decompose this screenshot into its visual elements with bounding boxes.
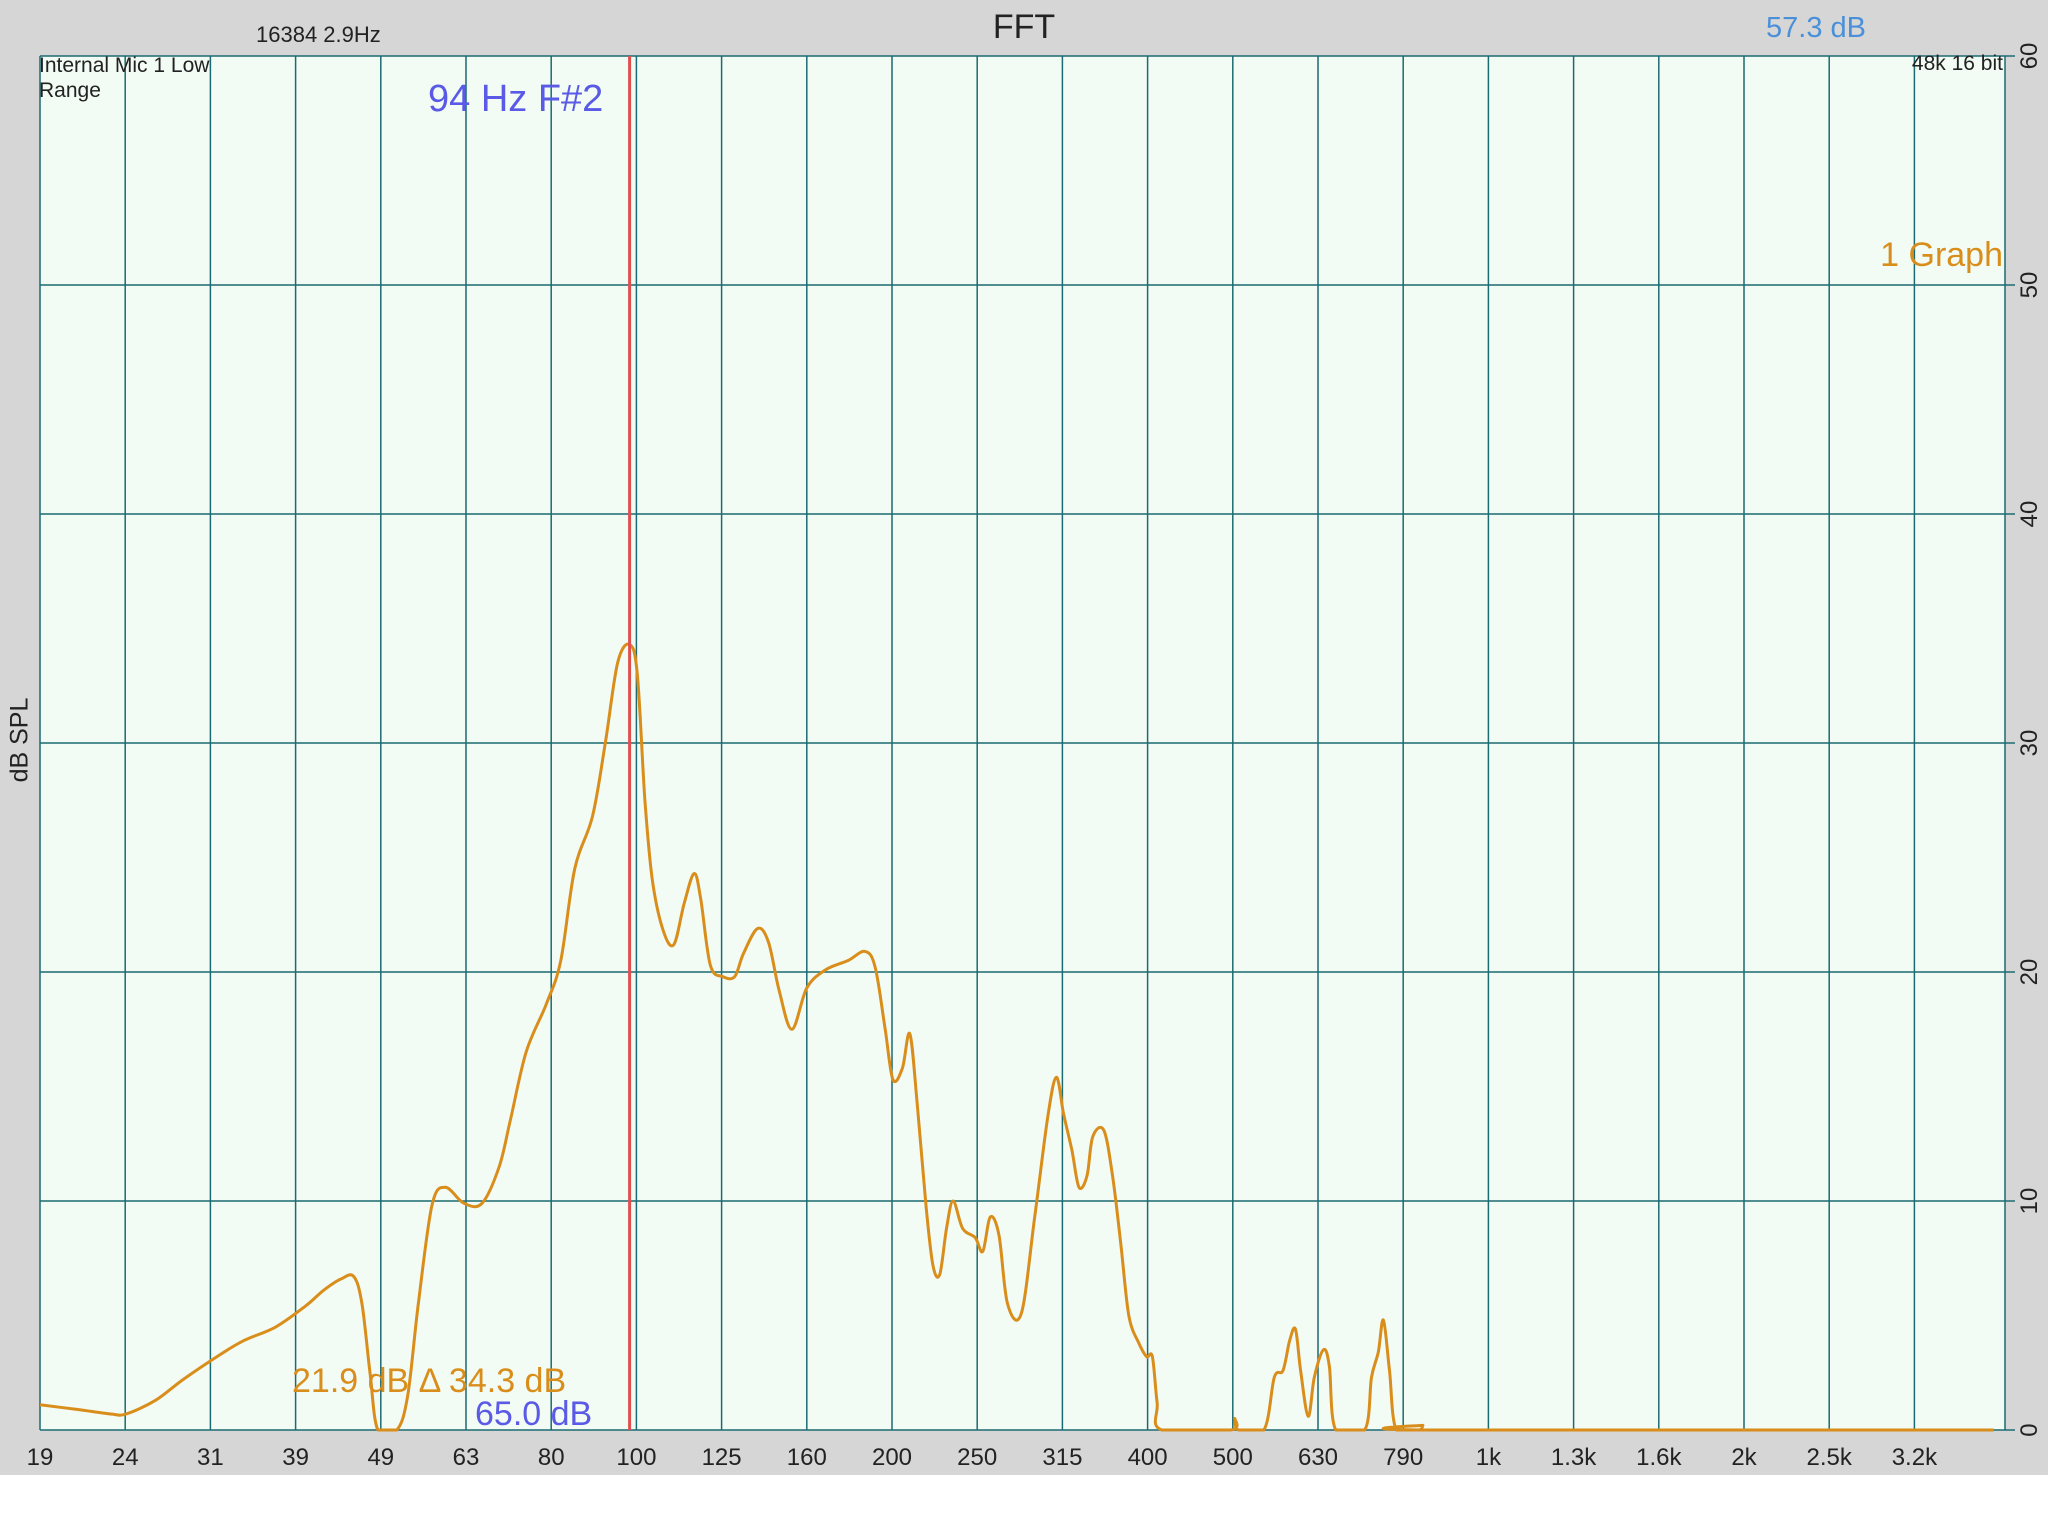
input-source-label[interactable]: Internal Mic 1 Low Range: [39, 53, 259, 103]
x-tick-label: 1.6k: [1636, 1444, 1682, 1471]
x-tick-label: 200: [872, 1444, 912, 1471]
fft-app: 19 24 31 39 49 63 80 100 125 160 200 250 315 400 500 63…: [0, 0, 2048, 1536]
x-tick-label: 31: [197, 1444, 224, 1471]
x-tick-label: 19: [27, 1444, 54, 1471]
sample-format-label: 48k 16 bit: [1911, 52, 2003, 75]
y-tick-label: 50: [2016, 272, 2043, 299]
x-tick-label: 400: [1128, 1444, 1168, 1471]
x-tick-label: 790: [1383, 1444, 1423, 1471]
x-tick-labels: 19 24 31 39 49 63 80 100 125 160 200 250 315 400 500 63…: [27, 1444, 1938, 1471]
y-tick-label: 0: [2016, 1423, 2043, 1436]
x-tick-label: 39: [282, 1444, 309, 1471]
x-tick-label: 500: [1213, 1444, 1253, 1471]
y-tick-labels: 0102030405060: [2016, 43, 2043, 1437]
spectrum-chart[interactable]: 19 24 31 39 49 63 80 100 125 160 200 250 315 400 500 63…: [0, 0, 2048, 1536]
x-tick-label: 160: [787, 1444, 827, 1471]
y-tick-label: 40: [2016, 501, 2043, 528]
x-tick-label: 2.5k: [1807, 1444, 1853, 1471]
graph-count-label[interactable]: 1 Graph: [1800, 236, 2003, 275]
x-tick-label: 250: [957, 1444, 997, 1471]
y-tick-label: 20: [2016, 959, 2043, 986]
y-tick-label: 10: [2016, 1188, 2043, 1215]
x-tick-label: 49: [367, 1444, 394, 1471]
x-tick-label: 24: [112, 1444, 139, 1471]
marker-reference-readout: 65.0 dB: [475, 1395, 593, 1433]
x-tick-label: 125: [702, 1444, 742, 1471]
x-tick-label: 630: [1298, 1444, 1338, 1471]
x-tick-label: 1.3k: [1551, 1444, 1597, 1471]
marker-note-readout: 94 Hz F#2: [428, 78, 604, 120]
fft-size-resolution[interactable]: 16384 2.9Hz: [256, 22, 381, 48]
x-tick-label: 3.2k: [1892, 1444, 1938, 1471]
x-tick-label: 2k: [1731, 1444, 1757, 1471]
x-tick-label: 315: [1042, 1444, 1082, 1471]
x-tick-label: 80: [538, 1444, 565, 1471]
y-tick-label: 30: [2016, 730, 2043, 757]
y-axis-title: dB SPL: [5, 697, 34, 783]
x-tick-label: 100: [616, 1444, 656, 1471]
x-tick-label: 63: [453, 1444, 480, 1471]
x-tick-label: 1k: [1476, 1444, 1502, 1471]
level-readout: 57.3 dB: [1766, 12, 1866, 44]
